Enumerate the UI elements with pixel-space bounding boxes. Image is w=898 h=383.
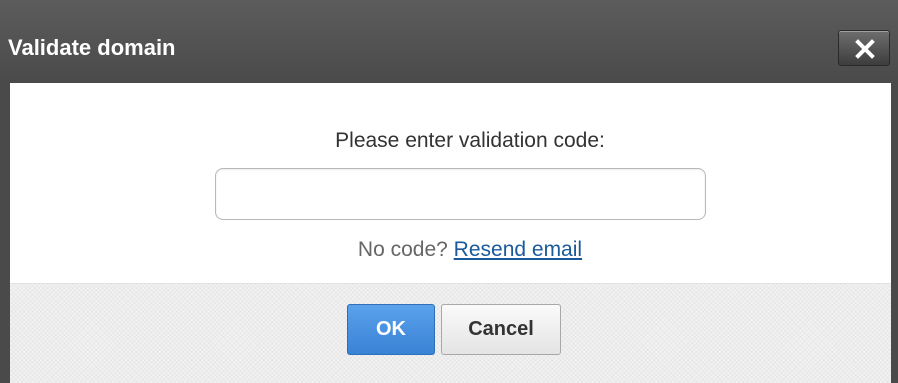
resend-row: No code? Resend email — [10, 238, 898, 262]
validation-code-label: Please enter validation code: — [335, 129, 605, 152]
cancel-button[interactable]: Cancel — [441, 304, 561, 355]
no-code-text: No code? — [357, 238, 448, 261]
validation-code-input[interactable] — [215, 168, 706, 220]
resend-email-link[interactable]: Resend email — [454, 238, 582, 261]
close-icon — [855, 39, 875, 59]
dialog-content: Please enter validation code: No code? R… — [10, 83, 891, 283]
dialog-left-border — [0, 83, 10, 383]
dialog-titlebar: Validate domain — [0, 0, 898, 83]
ok-button[interactable]: OK — [347, 304, 435, 355]
validate-domain-dialog: Validate domain Please enter validation … — [0, 0, 898, 383]
dialog-right-border — [891, 83, 898, 383]
close-button[interactable] — [838, 30, 890, 66]
dialog-title: Validate domain — [8, 35, 176, 60]
dialog-footer: OK Cancel — [10, 283, 891, 383]
